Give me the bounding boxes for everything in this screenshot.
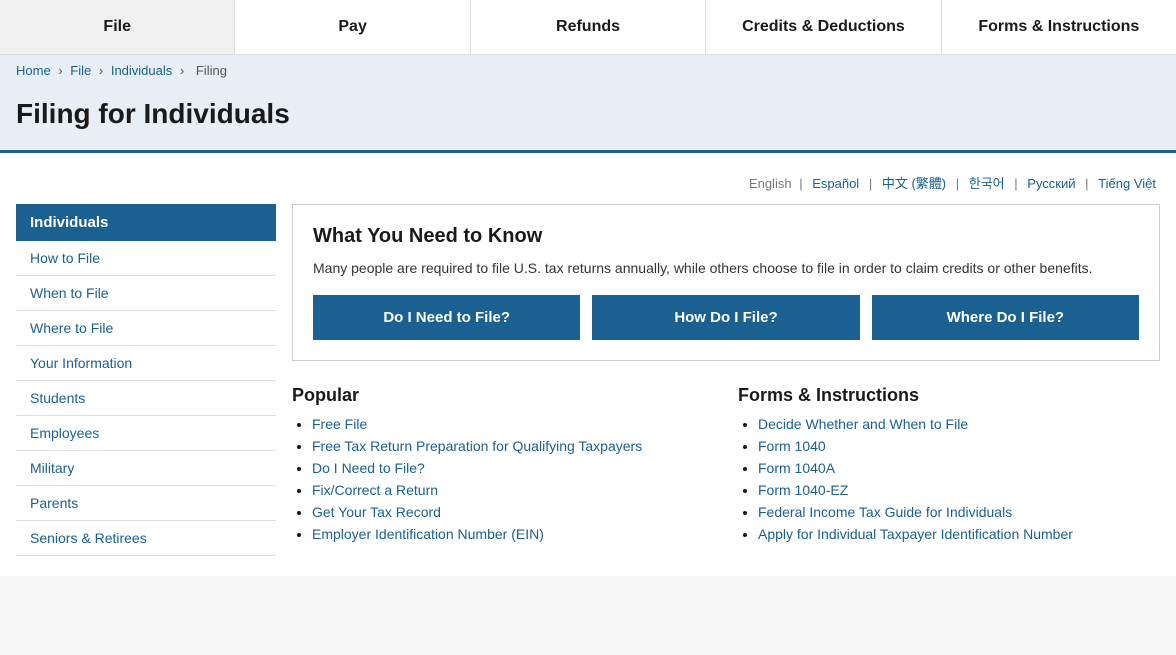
info-box-description: Many people are required to file U.S. ta…	[313, 258, 1139, 279]
page-title-area: Filing for Individuals	[0, 86, 1176, 153]
list-item: Decide Whether and When to File	[758, 416, 1160, 432]
forms-link-1040[interactable]: Form 1040	[758, 438, 826, 454]
nav-credits-deductions[interactable]: Credits & Deductions	[706, 0, 941, 54]
breadcrumb-individuals[interactable]: Individuals	[111, 63, 172, 78]
bottom-columns: Popular Free File Free Tax Return Prepar…	[292, 385, 1160, 548]
forms-instructions-heading: Forms & Instructions	[738, 385, 1160, 406]
breadcrumb-file[interactable]: File	[70, 63, 91, 78]
sidebar-item-students[interactable]: Students	[16, 381, 276, 416]
language-chinese[interactable]: 中文 (繁體)	[882, 176, 946, 191]
content-wrapper: Individuals How to File When to File Whe…	[16, 204, 1160, 556]
nav-refunds[interactable]: Refunds	[471, 0, 706, 54]
popular-link-free-file[interactable]: Free File	[312, 416, 367, 432]
language-bar: English | Español | 中文 (繁體) | 한국어 | Русс…	[16, 163, 1160, 204]
list-item: Free Tax Return Preparation for Qualifyi…	[312, 438, 714, 454]
language-russian[interactable]: Русский	[1027, 176, 1075, 191]
popular-link-tax-record[interactable]: Get Your Tax Record	[312, 504, 441, 520]
language-espanol[interactable]: Español	[812, 176, 859, 191]
list-item: Get Your Tax Record	[312, 504, 714, 520]
forms-link-decide[interactable]: Decide Whether and When to File	[758, 416, 968, 432]
forms-instructions-section: Forms & Instructions Decide Whether and …	[738, 385, 1160, 548]
list-item: Do I Need to File?	[312, 460, 714, 476]
popular-link-do-i-need[interactable]: Do I Need to File?	[312, 460, 425, 476]
list-item: Fix/Correct a Return	[312, 482, 714, 498]
main-content: English | Español | 中文 (繁體) | 한국어 | Русс…	[0, 153, 1176, 576]
nav-pay[interactable]: Pay	[235, 0, 470, 54]
language-korean[interactable]: 한국어	[969, 176, 1005, 191]
cta-buttons: Do I Need to File? How Do I File? Where …	[313, 295, 1139, 340]
sidebar-item-your-information[interactable]: Your Information	[16, 346, 276, 381]
sidebar-section-title: Individuals	[16, 204, 276, 241]
breadcrumb: Home › File › Individuals › Filing	[0, 55, 1176, 86]
where-do-i-file-button[interactable]: Where Do I File?	[872, 295, 1139, 340]
forms-link-1040a[interactable]: Form 1040A	[758, 460, 835, 476]
language-english: English	[749, 176, 792, 191]
sidebar-item-where-to-file[interactable]: Where to File	[16, 311, 276, 346]
list-item: Apply for Individual Taxpayer Identifica…	[758, 526, 1160, 542]
sidebar-item-when-to-file[interactable]: When to File	[16, 276, 276, 311]
sidebar-item-seniors-retirees[interactable]: Seniors & Retirees	[16, 521, 276, 556]
sidebar-item-employees[interactable]: Employees	[16, 416, 276, 451]
sidebar-item-military[interactable]: Military	[16, 451, 276, 486]
breadcrumb-home[interactable]: Home	[16, 63, 51, 78]
popular-link-fix-return[interactable]: Fix/Correct a Return	[312, 482, 438, 498]
forms-link-1040ez[interactable]: Form 1040-EZ	[758, 482, 848, 498]
breadcrumb-filing: Filing	[196, 63, 227, 78]
popular-list: Free File Free Tax Return Preparation fo…	[292, 416, 714, 542]
popular-heading: Popular	[292, 385, 714, 406]
list-item: Federal Income Tax Guide for Individuals	[758, 504, 1160, 520]
popular-link-free-tax-return[interactable]: Free Tax Return Preparation for Qualifyi…	[312, 438, 642, 454]
language-vietnamese[interactable]: Tiếng Việt	[1098, 176, 1156, 191]
sidebar: Individuals How to File When to File Whe…	[16, 204, 276, 556]
list-item: Form 1040A	[758, 460, 1160, 476]
do-i-need-to-file-button[interactable]: Do I Need to File?	[313, 295, 580, 340]
nav-file[interactable]: File	[0, 0, 235, 54]
forms-link-itin[interactable]: Apply for Individual Taxpayer Identifica…	[758, 526, 1073, 542]
forms-instructions-list: Decide Whether and When to File Form 104…	[738, 416, 1160, 542]
sidebar-item-how-to-file[interactable]: How to File	[16, 241, 276, 276]
list-item: Free File	[312, 416, 714, 432]
page-title: Filing for Individuals	[16, 98, 1160, 130]
list-item: Form 1040-EZ	[758, 482, 1160, 498]
how-do-i-file-button[interactable]: How Do I File?	[592, 295, 859, 340]
sidebar-item-parents[interactable]: Parents	[16, 486, 276, 521]
popular-link-ein[interactable]: Employer Identification Number (EIN)	[312, 526, 544, 542]
list-item: Employer Identification Number (EIN)	[312, 526, 714, 542]
nav-forms-instructions[interactable]: Forms & Instructions	[942, 0, 1176, 54]
top-navigation: File Pay Refunds Credits & Deductions Fo…	[0, 0, 1176, 55]
info-box: What You Need to Know Many people are re…	[292, 204, 1160, 361]
info-box-title: What You Need to Know	[313, 225, 1139, 248]
forms-link-fed-income-guide[interactable]: Federal Income Tax Guide for Individuals	[758, 504, 1012, 520]
main-panel: What You Need to Know Many people are re…	[292, 204, 1160, 556]
popular-section: Popular Free File Free Tax Return Prepar…	[292, 385, 714, 548]
list-item: Form 1040	[758, 438, 1160, 454]
